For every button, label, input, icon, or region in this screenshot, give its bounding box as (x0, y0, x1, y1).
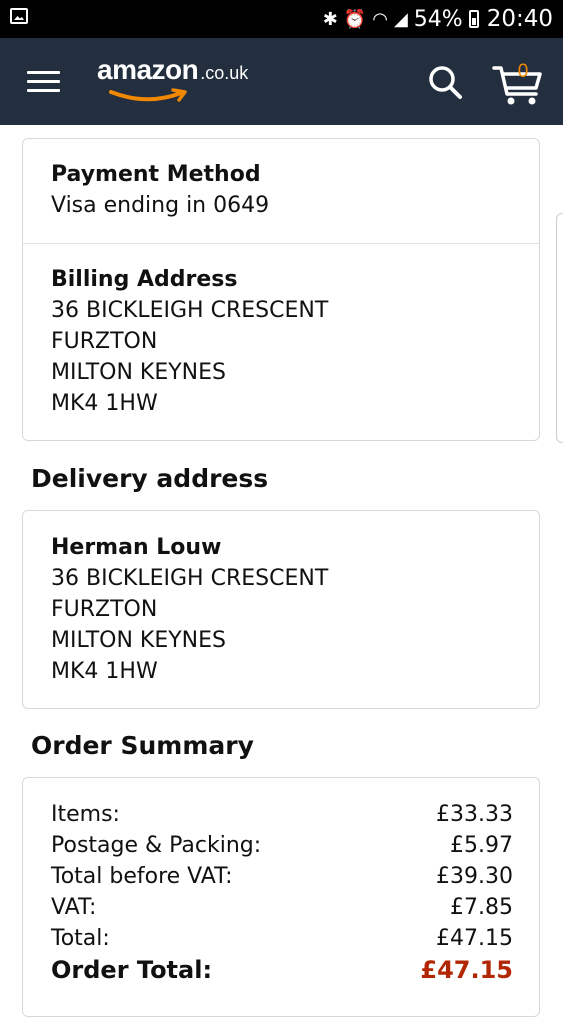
order-total-row: Order Total: £47.15 (51, 955, 513, 986)
battery-icon (468, 10, 479, 28)
alarm-icon: ⏰ (343, 8, 367, 30)
billing-address-title: Billing Address (51, 267, 238, 292)
delivery-heading: Delivery address (31, 464, 269, 493)
card-divider (23, 243, 539, 244)
wifi-icon: ◠ (372, 8, 388, 30)
summary-value: £33.33 (436, 802, 513, 827)
billing-line-1: 36 BICKLEIGH CRESCENT (51, 298, 329, 323)
summary-row-items: Items: £33.33 (51, 799, 513, 830)
summary-value: £39.30 (436, 864, 513, 889)
order-summary-heading: Order Summary (31, 731, 254, 760)
search-icon[interactable] (427, 64, 463, 100)
delivery-line-3: MILTON KEYNES (51, 628, 226, 653)
edge-panel-handle[interactable] (556, 213, 563, 443)
logo-wordmark: amazon (97, 54, 199, 85)
menu-icon[interactable] (27, 68, 60, 94)
gallery-notification-icon (10, 8, 28, 24)
summary-label: Total: (51, 926, 110, 951)
summary-row-postage: Postage & Packing: £5.97 (51, 830, 513, 861)
app-header: amazon .co.uk 0 (0, 38, 563, 125)
status-bar: ✱ ⏰ ◠ ◢ 54% 20:40 (0, 0, 563, 38)
summary-value: £7.85 (450, 895, 513, 920)
summary-label: Postage & Packing: (51, 833, 262, 858)
summary-row-before-vat: Total before VAT: £39.30 (51, 861, 513, 892)
smile-arrow-icon (109, 88, 187, 102)
status-icons: ✱ ⏰ ◠ ◢ 54% 20:40 (323, 5, 553, 33)
summary-label: Total before VAT: (51, 864, 233, 889)
delivery-line-1: 36 BICKLEIGH CRESCENT (51, 566, 329, 591)
cart-count-badge: 0 (517, 61, 529, 82)
order-total-value: £47.15 (420, 956, 513, 984)
delivery-line-2: FURZTON (51, 597, 158, 622)
summary-label: Items: (51, 802, 120, 827)
payment-method-value: Visa ending in 0649 (51, 193, 270, 218)
summary-row-vat: VAT: £7.85 (51, 892, 513, 923)
billing-line-2: FURZTON (51, 329, 158, 354)
order-summary-card: Items: £33.33 Postage & Packing: £5.97 T… (22, 777, 540, 1017)
order-total-label: Order Total: (51, 956, 213, 984)
payment-method-title: Payment Method (51, 162, 261, 187)
summary-value: £47.15 (436, 926, 513, 951)
logo-domain: .co.uk (200, 63, 249, 83)
payment-card: Payment Method Visa ending in 0649 Billi… (22, 138, 540, 441)
summary-value: £5.97 (450, 833, 513, 858)
delivery-name: Herman Louw (51, 535, 222, 560)
summary-label: VAT: (51, 895, 97, 920)
bluetooth-icon: ✱ (322, 8, 338, 30)
signal-icon: ◢ (393, 8, 408, 30)
amazon-logo[interactable]: amazon .co.uk (97, 54, 248, 104)
delivery-card[interactable]: Herman Louw 36 BICKLEIGH CRESCENT FURZTO… (22, 510, 540, 709)
summary-row-total: Total: £47.15 (51, 923, 513, 954)
clock: 20:40 (486, 6, 553, 32)
battery-percent: 54% (413, 6, 463, 32)
billing-line-3: MILTON KEYNES (51, 360, 226, 385)
billing-line-4: MK4 1HW (51, 391, 158, 416)
delivery-line-4: MK4 1HW (51, 659, 158, 684)
